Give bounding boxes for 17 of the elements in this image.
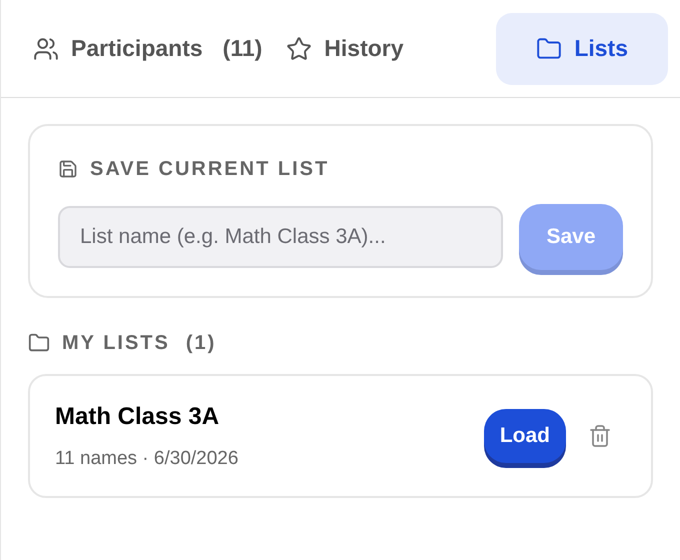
star-icon xyxy=(286,36,312,62)
load-button[interactable]: Load xyxy=(484,409,566,463)
tab[interactable]: History xyxy=(278,12,412,84)
list-name: Math Class 3A xyxy=(55,402,220,432)
trash-icon xyxy=(588,424,612,448)
list-count: (1) xyxy=(186,331,216,356)
save-icon xyxy=(58,159,78,179)
list-meta: 11 names · 6/30/2026 xyxy=(55,446,240,471)
tab[interactable]: Participants (11) xyxy=(25,12,270,84)
section-title: SAVE CURRENT LIST xyxy=(90,157,330,182)
folder-icon xyxy=(28,332,50,354)
users-icon xyxy=(33,36,59,62)
tab[interactable]: Lists xyxy=(496,12,668,84)
list-name-field[interactable]: List name (e.g. Math Class 3A)... xyxy=(58,206,503,268)
delete-button[interactable] xyxy=(588,424,612,448)
folder-icon xyxy=(536,36,562,62)
section-title: MY LISTS xyxy=(62,331,170,356)
